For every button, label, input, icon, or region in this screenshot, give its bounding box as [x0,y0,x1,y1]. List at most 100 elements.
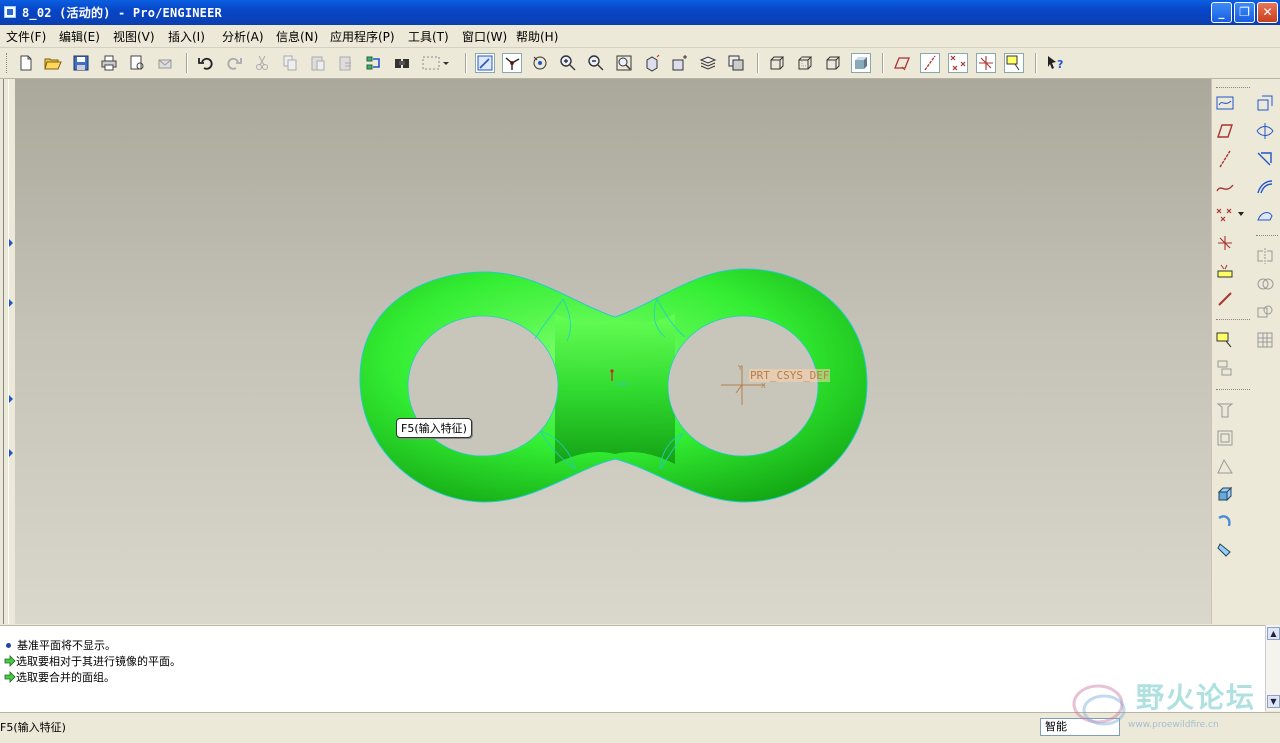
redo-icon[interactable] [224,53,244,73]
navigator-splitter[interactable] [0,79,15,624]
find-icon[interactable] [392,53,412,73]
close-button[interactable]: ✕ [1257,2,1278,23]
boundary-blend-icon[interactable] [1254,176,1276,198]
menu-applications[interactable]: 应用程序(P) [330,28,395,45]
menu-edit[interactable]: 编辑(E) [59,28,100,45]
zoom-out-icon[interactable] [586,53,606,73]
open-folder-icon[interactable] [43,53,63,73]
zoom-in-icon[interactable] [558,53,578,73]
style-tool-icon[interactable] [1254,204,1276,226]
annotation-toggle-icon[interactable] [1004,53,1024,73]
datum-plane-tool-icon[interactable] [1214,120,1236,142]
annotation-feature-icon[interactable] [1214,329,1236,351]
round-tool-icon[interactable] [1254,92,1276,114]
paste-icon[interactable] [308,53,328,73]
sweep-tool-icon[interactable] [1214,539,1236,561]
scroll-down-button[interactable]: ▼ [1267,695,1280,708]
expand-arrow-icon[interactable] [9,239,13,247]
menu-view[interactable]: 视图(V) [113,28,155,45]
scroll-up-button[interactable]: ▲ [1267,627,1280,640]
csys-toggle-icon[interactable] [976,53,996,73]
orient-mode-icon[interactable] [530,53,550,73]
chain-link-icon[interactable] [1214,288,1236,310]
csys-tool-icon[interactable] [1214,232,1236,254]
sketch-tool-icon[interactable] [1214,92,1236,114]
toolbar-separator [1216,319,1250,321]
graphics-window[interactable]: Y X F5(输入特征) PRT_CSYS_DEF [15,79,1211,624]
merge-tool-icon[interactable] [1254,273,1276,295]
refit-icon[interactable] [614,53,634,73]
new-file-icon[interactable] [16,53,36,73]
info-bullet-icon [6,642,11,648]
copy-icon[interactable] [280,53,300,73]
dropdown-arrow-icon[interactable] [1238,212,1244,216]
variable-section-sweep-icon[interactable] [1254,148,1276,170]
csys-label[interactable]: PRT_CSYS_DEF [749,369,831,382]
toolbar-grip[interactable] [6,53,10,73]
print-preview-icon[interactable] [127,53,147,73]
layers-icon[interactable] [698,53,718,73]
reorient-icon[interactable] [642,53,662,73]
blend-tool-icon[interactable] [1254,120,1276,142]
app-icon[interactable] [4,6,16,18]
view-manager-icon[interactable] [726,53,746,73]
send-mail-icon[interactable] [155,53,175,73]
user-defined-feature-icon[interactable] [1214,357,1236,379]
toolbar-grip [1216,87,1250,89]
maximize-button[interactable]: ❐ [1234,2,1255,23]
mirror-tool-icon[interactable] [1254,245,1276,267]
analysis-feature-icon[interactable] [1214,260,1236,282]
expand-arrow-icon[interactable] [9,299,13,307]
shading-icon[interactable] [851,53,871,73]
datum-planes-toggle-icon[interactable] [892,53,912,73]
splitter-bar[interactable] [3,79,9,624]
pattern-tool-icon[interactable] [1254,329,1276,351]
menu-bar: 文件(F) 编辑(E) 视图(V) 插入(I) 分析(A) 信息(N) 应用程序… [0,25,1280,48]
datum-axes-toggle-icon[interactable] [920,53,940,73]
status-bar: F5(输入特征) 智能 [0,712,1280,743]
expand-arrow-icon[interactable] [9,449,13,457]
menu-info[interactable]: 信息(N) [276,28,318,45]
undo-icon[interactable] [196,53,216,73]
expand-arrow-icon[interactable] [9,395,13,403]
menu-tools[interactable]: 工具(T) [408,28,449,45]
message-scrollbar[interactable]: ▲ ▼ [1265,625,1280,711]
cut-icon[interactable] [252,53,272,73]
menu-insert[interactable]: 插入(I) [168,28,205,45]
revolve-tool-icon[interactable] [1214,511,1236,533]
menu-window[interactable]: 窗口(W) [462,28,507,45]
minimize-button[interactable]: _ [1211,2,1232,23]
extrude-tool-icon[interactable] [1214,483,1236,505]
context-help-icon[interactable]: ? [1045,53,1065,73]
main-toolbar: ? [0,48,1280,79]
datum-axis-tool-icon[interactable] [1214,148,1236,170]
save-icon[interactable] [71,53,91,73]
message-text: 基准平面将不显示。 [17,639,116,652]
trim-tool-icon[interactable] [1254,301,1276,323]
print-icon[interactable] [99,53,119,73]
datum-curve-tool-icon[interactable] [1214,176,1236,198]
shell-tool-icon[interactable] [1214,427,1236,449]
menu-analysis[interactable]: 分析(A) [222,28,264,45]
center-bridge [555,314,675,464]
selection-box-dropdown[interactable] [420,53,450,73]
toolbar-separator [757,53,759,73]
datum-point-tool-icon[interactable] [1214,204,1236,226]
menu-help[interactable]: 帮助(H) [516,28,558,45]
repaint-icon[interactable] [475,53,495,73]
menu-file[interactable]: 文件(F) [6,28,46,45]
hidden-line-icon[interactable] [795,53,815,73]
regenerate-icon[interactable] [364,53,384,73]
datum-points-toggle-icon[interactable] [948,53,968,73]
status-text: F5(输入特征) [0,721,66,734]
model-canvas[interactable]: Y X [15,79,1211,624]
spin-center-icon[interactable] [502,53,522,73]
no-hidden-icon[interactable] [823,53,843,73]
selection-filter[interactable]: 智能 [1040,718,1120,736]
draft-tool-icon[interactable] [1214,455,1236,477]
saved-view-list-icon[interactable] [670,53,690,73]
paste-special-icon[interactable] [336,53,356,73]
message-text: 选取要合并的面组。 [16,671,115,684]
wireframe-icon[interactable] [767,53,787,73]
hole-tool-icon[interactable] [1214,399,1236,421]
